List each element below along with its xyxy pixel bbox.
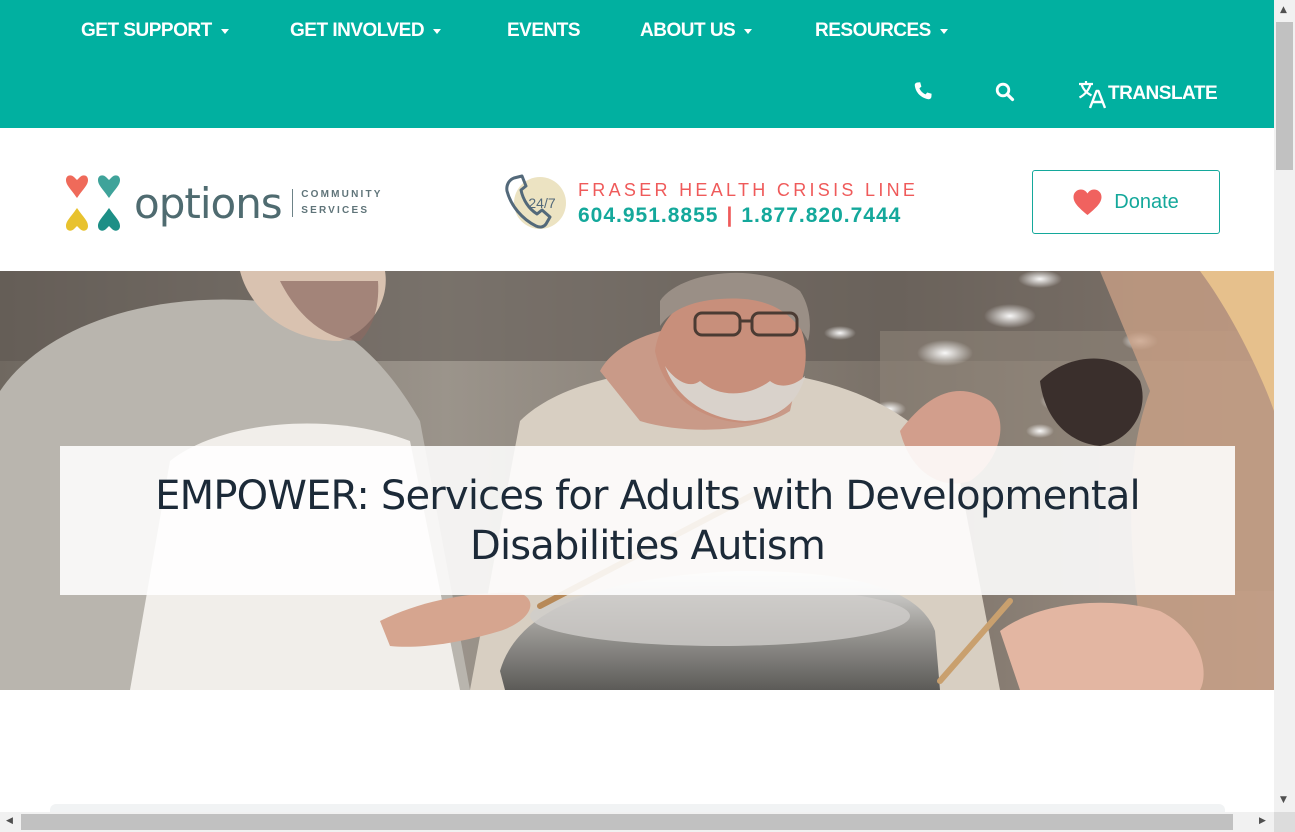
nav-label: EVENTS [507, 20, 581, 41]
translate-button[interactable]: TRANSLATE [1077, 79, 1218, 109]
donate-button[interactable]: Donate [1032, 170, 1220, 234]
crisis-separator: | [726, 204, 734, 227]
page: GET SUPPORT GET INVOLVED EVENTS ABOUT US… [0, 0, 1274, 812]
crisis-badge-text: 24/7 [528, 195, 555, 211]
search-icon [995, 82, 1015, 102]
options-logo[interactable]: options COMMUNITY SERVICES [62, 172, 383, 234]
heart-icon [1073, 189, 1102, 215]
nav-get-support[interactable]: GET SUPPORT [81, 20, 229, 42]
scroll-right-arrow-icon[interactable]: ▶ [1259, 816, 1266, 826]
logo-sub-line: COMMUNITY [301, 189, 383, 200]
scrollbar-corner [1274, 812, 1295, 832]
nav-label: ABOUT US [640, 20, 736, 41]
crisis-text: FRASER HEALTH CRISIS LINE 604.951.8855 | 1… [578, 178, 918, 230]
nav-resources[interactable]: RESOURCES [815, 20, 948, 42]
caret-down-icon [433, 28, 442, 34]
crisis-line: 24/7 FRASER HEALTH CRISIS LINE 604.951.8… [502, 171, 918, 237]
translate-icon [1078, 81, 1106, 109]
scroll-left-arrow-icon[interactable]: ◀ [6, 816, 13, 826]
translate-label: TRANSLATE [1108, 83, 1218, 104]
logo-sub-line: SERVICES [301, 205, 370, 216]
vertical-scroll-thumb[interactable] [1276, 22, 1293, 170]
hero-banner: EMPOWER: Services for Adults with Develo… [0, 271, 1274, 690]
content-card-top [50, 804, 1225, 812]
nav-about-us[interactable]: ABOUT US [640, 20, 753, 42]
crisis-phone-tollfree[interactable]: 1.877.820.7444 [741, 204, 901, 227]
caret-down-icon [744, 28, 753, 34]
crisis-phone-local[interactable]: 604.951.8855 [578, 204, 718, 227]
page-title: EMPOWER: Services for Adults with Develo… [155, 472, 1141, 569]
site-header: options COMMUNITY SERVICES 24/7 FRASER H… [0, 128, 1274, 271]
phone-button[interactable] [913, 81, 933, 101]
nav-label: GET INVOLVED [290, 20, 425, 41]
caret-down-icon [939, 28, 948, 34]
nav-label: RESOURCES [815, 20, 931, 41]
nav-events[interactable]: EVENTS [507, 20, 581, 42]
caret-down-icon [220, 28, 229, 34]
nav-label: GET SUPPORT [81, 20, 212, 41]
hero-title-box: EMPOWER: Services for Adults with Develo… [60, 446, 1235, 595]
horizontal-scroll-thumb[interactable] [21, 814, 1233, 830]
top-nav: GET SUPPORT GET INVOLVED EVENTS ABOUT US… [0, 0, 1274, 128]
scroll-up-arrow-icon[interactable]: ▲ [1280, 5, 1287, 15]
phone-icon [914, 82, 932, 100]
crisis-title: FRASER HEALTH CRISIS LINE [578, 180, 919, 200]
scroll-down-arrow-icon[interactable]: ▼ [1280, 795, 1287, 805]
logo-mark-icon [66, 175, 120, 231]
donate-label: Donate [1114, 190, 1179, 213]
nav-get-involved[interactable]: GET INVOLVED [290, 20, 442, 42]
logo-divider [291, 189, 294, 217]
phone-24-7-icon: 24/7 [505, 174, 566, 229]
logo-wordmark: options [134, 178, 283, 228]
logo-subtitle: COMMUNITY SERVICES [301, 187, 382, 219]
crisis-numbers: 604.951.8855 | 1.877.820.7444 [578, 202, 918, 230]
search-button[interactable] [995, 82, 1015, 102]
